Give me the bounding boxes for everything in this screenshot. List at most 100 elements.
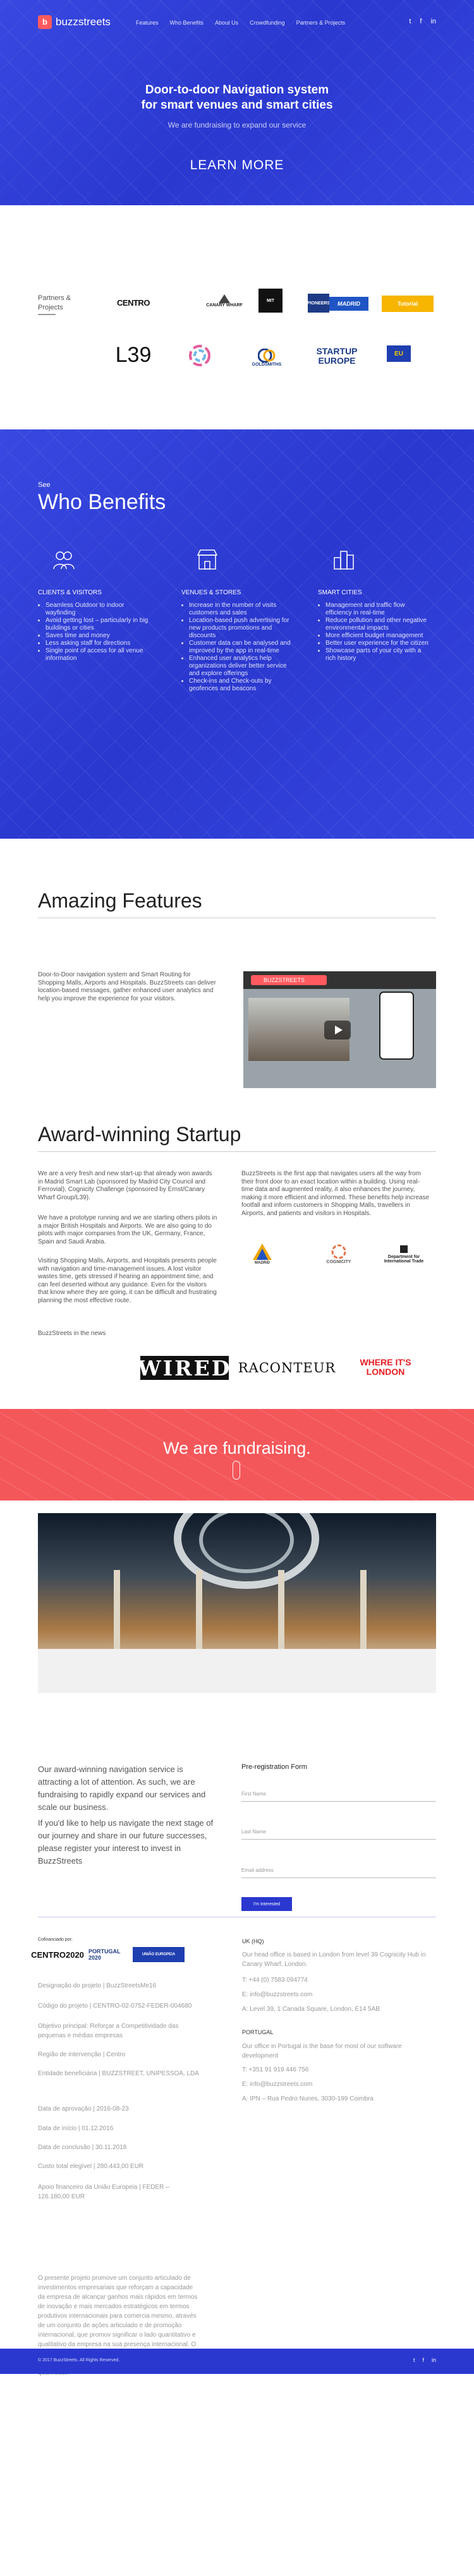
partner-logo-madrid[interactable]: MADRID xyxy=(329,297,368,311)
portugal-email[interactable]: E: info@buzzstreets.com xyxy=(242,2080,432,2089)
portugal-address: A: IPN – Rua Pedro Nunes, 3030-199 Coimb… xyxy=(242,2095,374,2102)
cognicity-label: COGNICITY xyxy=(326,1259,351,1264)
partner-logo-pioneers[interactable]: PIONEERS xyxy=(307,294,330,313)
linkedin-icon[interactable]: in xyxy=(432,2357,436,2363)
first-name-underline xyxy=(241,1801,436,1802)
partner-logo-canary-wharf[interactable]: CANARY WHARF xyxy=(196,289,253,313)
column-shape xyxy=(114,1570,120,1652)
top-navigation: b buzzstreets Features Who Benefits Abou… xyxy=(0,0,474,44)
video-title-bar: BUZZSTREETS xyxy=(243,971,436,989)
uk-office-description: Our head office is based in London from … xyxy=(242,1951,426,1968)
who-column-list: Increase in the number of visits custome… xyxy=(181,602,292,693)
award-section: Award-winning Startup We are a very fres… xyxy=(0,1057,474,1409)
last-name-field[interactable]: Last Name xyxy=(241,1829,266,1835)
project-objective: Objetivo principal: Reforçar a Competiti… xyxy=(38,2023,179,2039)
last-name-underline xyxy=(241,1839,436,1840)
first-name-field[interactable]: First Name xyxy=(241,1791,266,1797)
partners-label: Partners & Projects xyxy=(38,294,82,313)
learn-more-button[interactable]: LEARN MORE xyxy=(174,158,300,173)
news-logo-where-its-london[interactable]: WHERE IT'S LONDON xyxy=(354,1353,417,1381)
linkedin-icon[interactable]: in xyxy=(430,18,436,25)
partner-logo-tutorial[interactable]: Tutorial xyxy=(382,296,434,312)
twitter-icon[interactable]: t xyxy=(413,2357,415,2363)
fundraising-title: We are fundraising. xyxy=(163,1439,311,1458)
list-item: Reduce pollution and other negative envi… xyxy=(325,617,428,632)
nav-links: Features Who Benefits About Us Crowdfund… xyxy=(136,20,345,26)
eu-support: Apoio financeiro da União Europeia | FED… xyxy=(38,2184,169,2200)
award-logo-madrid[interactable]: MADRID xyxy=(250,1238,275,1269)
list-item: Enhanced user analytics help organizatio… xyxy=(189,655,292,678)
nav-link-crowdfunding[interactable]: Crowdfunding xyxy=(250,20,285,26)
who-column-heading: VENUES & STORES xyxy=(181,589,241,596)
partner-logo-startup-europe[interactable]: STARTUP EUROPE xyxy=(311,343,363,369)
news-logo-raconteur[interactable]: RACONTEUR xyxy=(238,1358,335,1377)
hero-title-line-1: Door-to-door Navigation system xyxy=(145,83,329,97)
approval-date: Data de aprovação | 2016-08-23 xyxy=(38,2106,129,2112)
bottom-bar: © 2017 BuzzStreets. All Rights Reserved.… xyxy=(0,2349,474,2374)
uk-phone[interactable]: T: +44 (0) 7583 094774 xyxy=(242,1975,432,1985)
footer-social-links: t f in xyxy=(413,2357,436,2363)
nav-link-features[interactable]: Features xyxy=(136,20,159,26)
facebook-icon[interactable]: f xyxy=(422,2357,424,2363)
phone-mockup xyxy=(379,991,414,1060)
list-item: Increase in the number of visits custome… xyxy=(189,602,292,617)
partners-label-line-2: Projects xyxy=(38,304,63,311)
hero-title-line-2: for smart venues and smart cities xyxy=(141,99,333,112)
partner-logo-mit[interactable]: MIT xyxy=(258,289,283,313)
cofin-logo-portugal2020: PORTUGAL 2020 xyxy=(88,1948,121,1961)
who-column-heading: CLIENTS & VISITORS xyxy=(38,589,102,596)
partner-logo-centro[interactable]: CENTRO xyxy=(109,296,158,309)
twitter-icon[interactable]: t xyxy=(409,18,411,25)
who-column-list: Management and traffic flow efficiency i… xyxy=(318,602,428,662)
list-item: Location-based push advertising for new … xyxy=(189,617,292,640)
start-date: Data de início | 01.12.2016 xyxy=(38,2125,114,2132)
im-interested-button[interactable]: I'm Interested xyxy=(241,1897,292,1911)
portugal-phone[interactable]: T: +351 91 919 446 756 xyxy=(242,2065,432,2075)
features-description: Door-to-Door navigation system and Smart… xyxy=(38,971,216,1002)
invest-paragraph-1: Our award-winning navigation service is … xyxy=(38,1764,206,1812)
list-item: Management and traffic flow efficiency i… xyxy=(325,602,428,617)
who-column-cities: SMART CITIES Management and traffic flow… xyxy=(318,548,428,662)
play-icon[interactable] xyxy=(324,1021,351,1039)
building-image-section xyxy=(0,1501,474,1693)
news-label: BuzzStreets in the news xyxy=(38,1330,106,1337)
uk-email[interactable]: E: info@buzzstreets.com xyxy=(242,1990,432,1999)
uk-address: A: Level 39, 1 Canada Square, London, E1… xyxy=(242,2006,380,2013)
partner-logo-goldsmiths[interactable] xyxy=(187,342,212,372)
award-paragraph-3: Visiting Shopping Malls, Airports, and H… xyxy=(38,1257,217,1304)
award-logo-cognicity[interactable]: COGNICITY xyxy=(319,1238,358,1269)
logo-mark-icon: b xyxy=(38,15,52,29)
brand-name: buzzstreets xyxy=(56,16,111,28)
form-title: Pre-registration Form xyxy=(241,1763,307,1771)
partner-logo-gdbrc[interactable]: GOLDSMITHS xyxy=(246,344,287,371)
cofin-logo-centro2020: CENTRO2020 xyxy=(31,1950,84,1960)
crest-icon xyxy=(400,1245,408,1253)
list-item: Less asking staff for directions xyxy=(46,640,149,647)
partner-logo-eu[interactable]: EU xyxy=(387,345,411,362)
end-date: Data de conclusão | 30.11.2018 xyxy=(38,2144,127,2151)
uk-office-heading: UK (HQ) xyxy=(242,1938,264,1944)
brand-logo[interactable]: b buzzstreets xyxy=(38,15,111,29)
nav-link-who-benefits[interactable]: Who Benefits xyxy=(170,20,204,26)
footer-info-section: Cofinanciado por: CENTRO2020 PORTUGAL 20… xyxy=(0,1917,474,2376)
cognicity-icon xyxy=(331,1244,346,1259)
partners-divider xyxy=(38,314,56,315)
who-title: Who Benefits xyxy=(38,490,166,514)
column-shape xyxy=(360,1570,367,1652)
partners-label-line-1: Partners & xyxy=(38,294,71,302)
nav-link-about-us[interactable]: About Us xyxy=(215,20,238,26)
scroll-down-icon[interactable] xyxy=(233,1461,240,1480)
madrid-award-label: MADRID xyxy=(255,1261,270,1265)
nav-link-partners[interactable]: Partners & Projects xyxy=(296,20,346,26)
who-eyebrow: See xyxy=(38,481,51,489)
news-logo-wired[interactable]: WIRED xyxy=(138,1356,230,1381)
video-brand-label: BUZZSTREETS xyxy=(251,975,327,985)
dit-label: Department for International Trade xyxy=(384,1255,424,1264)
project-region: Região de intervenção | Centro xyxy=(38,2051,126,2058)
gdbrc-icon xyxy=(258,348,276,362)
facebook-icon[interactable]: f xyxy=(420,18,422,25)
project-code: Código do projeto | CENTRO-02-0752-FEDER… xyxy=(38,2003,192,2010)
partner-logo-l39[interactable]: L39 xyxy=(109,342,158,368)
award-logo-dit[interactable]: Department for International Trade xyxy=(379,1238,428,1269)
email-field[interactable]: Email address xyxy=(241,1867,274,1873)
